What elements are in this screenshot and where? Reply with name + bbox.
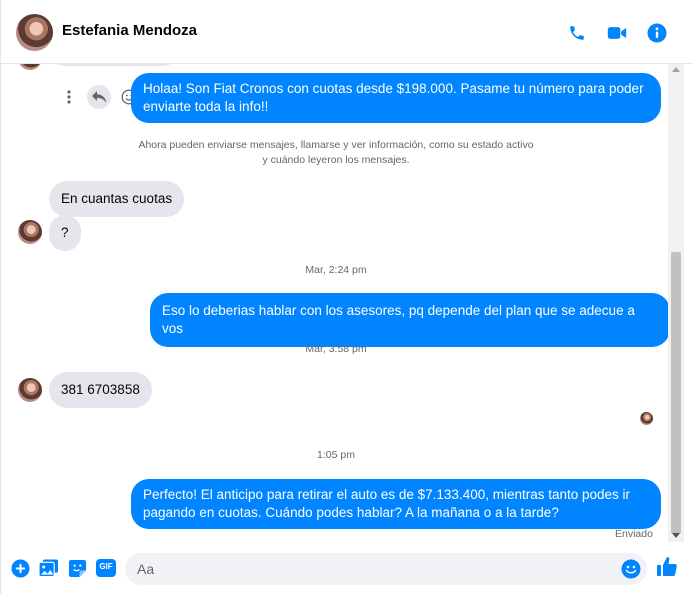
info-icon[interactable] — [646, 22, 668, 44]
messenger-window: Estefania Mendoza Holaa! Son Fiat Cronos… — [0, 0, 693, 594]
message-bubble-outgoing[interactable]: Perfecto! El anticipo para retirar el au… — [131, 479, 661, 529]
phone-icon[interactable] — [566, 22, 588, 44]
contact-avatar-small — [18, 64, 42, 70]
scrollbar[interactable] — [668, 64, 684, 542]
photo-icon[interactable] — [37, 557, 59, 579]
system-notice-line: y cuándo leyeron los mensajes. — [262, 154, 410, 166]
reply-icon[interactable] — [87, 85, 111, 109]
message-bubble-cut — [49, 64, 179, 66]
sent-status: Enviado — [615, 528, 653, 540]
timestamp: Mar, 3:58 pm — [305, 343, 367, 355]
emoji-icon[interactable] — [621, 559, 641, 579]
timestamp: Mar, 2:24 pm — [305, 264, 367, 276]
system-notice-line: Ahora pueden enviarse mensajes, llamarse… — [138, 139, 534, 151]
message-bubble-outgoing[interactable]: Holaa! Son Fiat Cronos con cuotas desde … — [131, 73, 661, 123]
contact-avatar[interactable] — [16, 14, 53, 51]
scroll-up-arrow[interactable] — [672, 67, 680, 72]
gif-label: GIF — [99, 562, 113, 571]
message-composer: GIF — [1, 542, 693, 594]
like-icon[interactable] — [656, 555, 678, 577]
read-receipt-avatar — [640, 412, 653, 425]
message-input[interactable] — [125, 553, 647, 585]
message-bubble-incoming[interactable]: ? — [49, 215, 81, 251]
scroll-down-arrow[interactable] — [672, 533, 680, 538]
add-icon[interactable] — [9, 557, 31, 579]
message-bubble-outgoing[interactable]: Eso lo deberias hablar con los asesores,… — [150, 293, 670, 347]
scrollbar-thumb[interactable] — [671, 252, 681, 534]
system-notice: Ahora pueden enviarse mensajes, llamarse… — [101, 138, 571, 168]
video-call-icon[interactable] — [606, 22, 628, 44]
contact-name[interactable]: Estefania Mendoza — [62, 22, 197, 39]
conversation-header: Estefania Mendoza — [1, 0, 693, 64]
more-options-icon[interactable] — [57, 85, 81, 109]
contact-avatar-small[interactable] — [18, 378, 42, 402]
message-bubble-incoming[interactable]: 381 6703858 — [49, 372, 152, 408]
sticker-icon[interactable] — [66, 557, 88, 579]
message-actions — [57, 84, 141, 110]
contact-avatar-small[interactable] — [18, 220, 42, 244]
message-bubble-incoming[interactable]: En cuantas cuotas — [49, 181, 185, 217]
gif-icon[interactable]: GIF — [95, 557, 117, 579]
message-list[interactable]: Holaa! Son Fiat Cronos con cuotas desde … — [1, 64, 670, 542]
timestamp: 1:05 pm — [317, 449, 355, 461]
